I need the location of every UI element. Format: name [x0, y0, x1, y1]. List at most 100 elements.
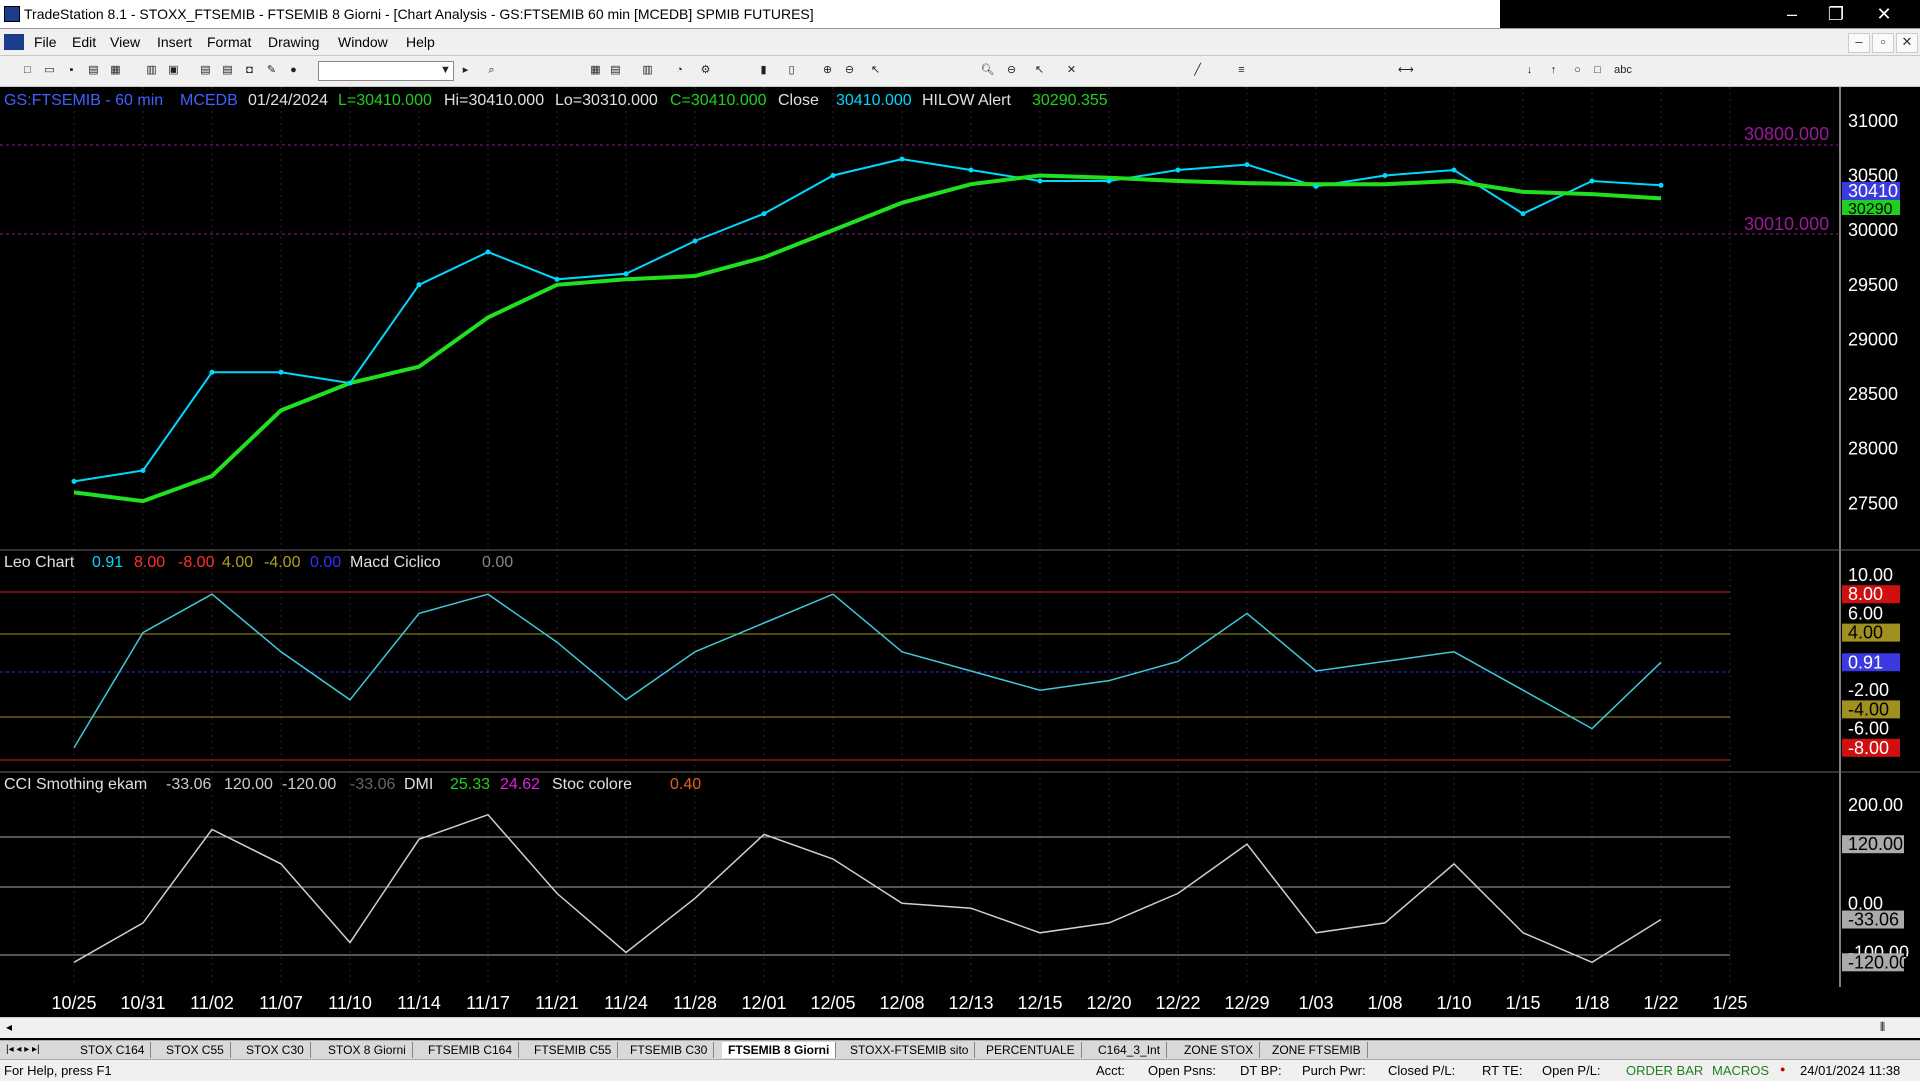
new-icon[interactable]: □ [20, 63, 35, 78]
date-axis-label: 1/03 [1298, 993, 1333, 1013]
table-icon[interactable]: ▤ [608, 63, 623, 78]
chart-indicator-name: HILOW Alert [922, 92, 1011, 109]
tab-ftsemib-c30[interactable]: FTSEMIB C30 [624, 1042, 715, 1058]
chart-icon[interactable]: ▥ [640, 63, 655, 78]
menu-format[interactable]: Format [207, 34, 251, 50]
price-axis-label: 28000 [1848, 439, 1898, 459]
status-closed-pl: Closed P/L: [1388, 1063, 1456, 1078]
globe-icon[interactable]: ● [286, 63, 301, 78]
arrow-icon[interactable]: ⟷ [1398, 63, 1414, 78]
bar-chart-icon[interactable]: ▮ [756, 63, 771, 78]
trendline-icon[interactable]: ╱ [1190, 63, 1205, 78]
chart-area[interactable]: GS:FTSEMIB - 60 min MCEDB 01/24/2024 L=3… [0, 87, 1920, 1024]
tab-c164-3-int[interactable]: C164_3_Int [1092, 1042, 1168, 1058]
restore-button[interactable]: ❐ [1816, 2, 1856, 26]
save-icon[interactable]: ▪ [64, 63, 79, 78]
price-axis-label: 28500 [1848, 384, 1898, 404]
leo-v4: 4.00 [222, 554, 253, 571]
grid-icon[interactable]: ▦ [588, 63, 603, 78]
arrow-down-icon[interactable]: ↓ [1522, 63, 1537, 78]
date-axis-label: 11/28 [673, 993, 717, 1013]
tab-ftsemib-8-giorni[interactable]: FTSEMIB 8 Giorni [722, 1042, 837, 1058]
cci-dmi1: 25.33 [450, 776, 490, 793]
text-icon[interactable]: abc [1612, 63, 1634, 78]
tab-stox-c55[interactable]: STOX C55 [160, 1042, 231, 1058]
chart-doc-icon[interactable] [4, 34, 24, 50]
layout-icon[interactable]: ▤ [220, 63, 235, 78]
tab-percentuale[interactable]: PERCENTUALE [980, 1042, 1082, 1058]
leo-axis-label: 0.91 [1848, 652, 1883, 672]
level-label-upper: 30800.000 [1744, 124, 1829, 144]
print-icon[interactable]: ▥ [144, 63, 159, 78]
menu-file[interactable]: File [34, 34, 57, 50]
cursor-icon[interactable]: ↖ [868, 63, 883, 78]
toolbar: □ ▭ ▪ ▤ ▦ ▥ ▣ ▤ ▤ ◘ ✎ ● ▼ ▸ ⌕ ▦ ▤ ▥ ◔ ⚙ … [0, 56, 1920, 87]
zoom-icon[interactable]: 🔍︎ [980, 63, 995, 78]
price-point [1037, 178, 1043, 184]
status-macros[interactable]: MACROS [1712, 1063, 1769, 1078]
draw-icon[interactable]: ✎ [264, 63, 279, 78]
zoom-in-icon[interactable]: ⊕ [820, 63, 835, 78]
chevron-down-icon[interactable]: ▼ [438, 63, 453, 78]
open-icon[interactable]: ▭ [42, 63, 57, 78]
menu-window[interactable]: Window [338, 34, 388, 50]
tab-stox-c164[interactable]: STOX C164 [74, 1042, 152, 1058]
folder-icon[interactable]: ▦ [108, 63, 123, 78]
menu-view[interactable]: View [110, 34, 140, 50]
cci-axis-label: -33.06 [1848, 910, 1899, 930]
chart-svg[interactable]: GS:FTSEMIB - 60 min MCEDB 01/24/2024 L=3… [0, 87, 1920, 1017]
print-preview-icon[interactable]: ▣ [166, 63, 181, 78]
series-line-1 [73, 173, 1662, 504]
tab-nav-icon[interactable]: |◂ ◂ ▸ ▸| [0, 1042, 46, 1058]
arrow-up-icon[interactable]: ↑ [1546, 63, 1561, 78]
mdi-minimize-button[interactable]: – [1848, 33, 1870, 53]
circle-icon[interactable]: ○ [1570, 63, 1585, 78]
cci-axis-label: 200.00 [1848, 795, 1903, 815]
pie-icon[interactable]: ◔ [672, 63, 687, 78]
menu-help[interactable]: Help [406, 34, 435, 50]
tab-stox-c30[interactable]: STOX C30 [240, 1042, 311, 1058]
mdi-close-button[interactable]: ✕ [1896, 33, 1918, 53]
symbol-combo[interactable] [318, 61, 454, 81]
horizontal-scrollbar[interactable]: ◂ ⫴ [0, 1017, 1920, 1038]
date-axis-label: 1/15 [1505, 993, 1540, 1013]
leo-v7: 0.00 [482, 554, 513, 571]
price-point [830, 173, 836, 178]
leo-name2: Macd Ciclico [350, 554, 441, 571]
tab-zone-ftsemib[interactable]: ZONE FTSEMIB [1266, 1042, 1368, 1058]
tab-zone-stox[interactable]: ZONE STOX [1178, 1042, 1261, 1058]
price-point [71, 478, 77, 484]
rectangle-icon[interactable]: □ [1590, 63, 1605, 78]
leo-name: Leo Chart [4, 554, 75, 571]
arrow-right-icon[interactable]: ▸ [458, 63, 473, 78]
scroll-handle-icon[interactable]: ⫴ [1880, 1020, 1885, 1035]
price-point [1520, 211, 1526, 217]
date-axis-label: 11/14 [397, 993, 441, 1013]
scroll-left-icon[interactable]: ◂ [6, 1020, 12, 1034]
status-order-bar[interactable]: ORDER BAR [1626, 1063, 1703, 1078]
window-icon[interactable]: ▤ [198, 63, 213, 78]
zoom-out-icon[interactable]: ⊖ [842, 63, 857, 78]
tab-stoxx-ftsemib-sito[interactable]: STOXX-FTSEMIB sito [844, 1042, 976, 1058]
tools-icon[interactable]: ✕ [1064, 63, 1079, 78]
menu-edit[interactable]: Edit [72, 34, 96, 50]
tab-stox-8-giorni[interactable]: STOX 8 Giorni [322, 1042, 413, 1058]
price-point [1382, 173, 1388, 178]
tab-ftsemib-c55[interactable]: FTSEMIB C55 [528, 1042, 619, 1058]
menu-drawing[interactable]: Drawing [268, 34, 319, 50]
zoom-out-2-icon[interactable]: ⊖ [1004, 63, 1019, 78]
horizontal-line-icon[interactable]: ≡ [1234, 63, 1249, 78]
minimize-button[interactable]: – [1772, 2, 1812, 26]
close-button[interactable]: ✕ [1864, 2, 1904, 26]
cci-name: CCI Smothing ekam [4, 776, 147, 793]
gear-icon[interactable]: ⚙ [698, 63, 713, 78]
find-icon[interactable]: ⌕ [484, 63, 499, 78]
bar-chart-2-icon[interactable]: ▯ [784, 63, 799, 78]
tab-ftsemib-c164[interactable]: FTSEMIB C164 [422, 1042, 520, 1058]
mdi-restore-button[interactable]: ▫ [1872, 33, 1894, 53]
copy-icon[interactable]: ▤ [86, 63, 101, 78]
lock-icon[interactable]: ◘ [242, 63, 257, 78]
menu-insert[interactable]: Insert [157, 34, 192, 50]
pointer-icon[interactable]: ↖ [1032, 63, 1047, 78]
date-axis-label: 12/20 [1086, 993, 1131, 1013]
